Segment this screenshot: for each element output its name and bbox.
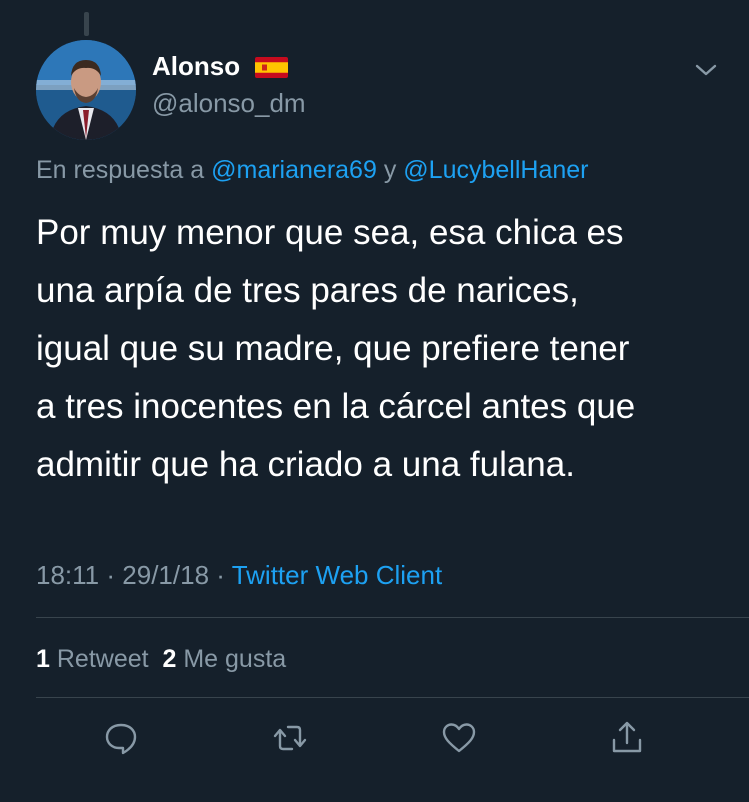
like-icon[interactable] <box>439 718 479 758</box>
client-link[interactable]: Twitter Web Client <box>232 560 442 590</box>
tweet-meta: 18:11 · 29/1/18 · Twitter Web Client <box>36 558 442 592</box>
like-count: 2 <box>162 645 177 673</box>
divider <box>36 617 749 618</box>
spain-flag-icon <box>255 57 288 78</box>
engagement-stats: 1 Retweet 2 Me gusta <box>36 642 286 676</box>
reply-prefix: En respuesta a <box>36 156 205 184</box>
meta-separator: · <box>106 560 116 590</box>
tweet-text: Por muy menor que sea, esa chica es una … <box>36 213 636 484</box>
retweet-icon[interactable] <box>270 718 310 758</box>
retweet-label: Retweet <box>56 645 149 673</box>
like-count-link[interactable]: 2 Me gusta <box>162 645 286 673</box>
reply-conjunction: y <box>383 156 397 184</box>
avatar[interactable] <box>36 40 136 140</box>
share-icon[interactable] <box>607 718 647 758</box>
author-display-name[interactable]: Alonso <box>152 50 240 82</box>
reply-icon[interactable] <box>101 718 141 758</box>
retweet-count-link[interactable]: 1 Retweet <box>36 645 149 673</box>
author-handle[interactable]: @alonso_dm <box>152 87 306 119</box>
divider <box>36 697 749 698</box>
tweet-date: 29/1/18 <box>122 560 210 590</box>
reply-context: En respuesta a @marianera69 y @LucybellH… <box>36 154 588 186</box>
thread-connector-line <box>84 12 89 36</box>
like-label: Me gusta <box>183 645 287 673</box>
chevron-down-icon[interactable] <box>692 58 720 82</box>
mention-link[interactable]: @marianera69 <box>211 156 377 184</box>
retweet-count: 1 <box>36 645 50 673</box>
tweet-time: 18:11 <box>36 560 100 590</box>
meta-separator: · <box>216 560 225 590</box>
mention-link[interactable]: @LucybellHaner <box>403 156 588 184</box>
